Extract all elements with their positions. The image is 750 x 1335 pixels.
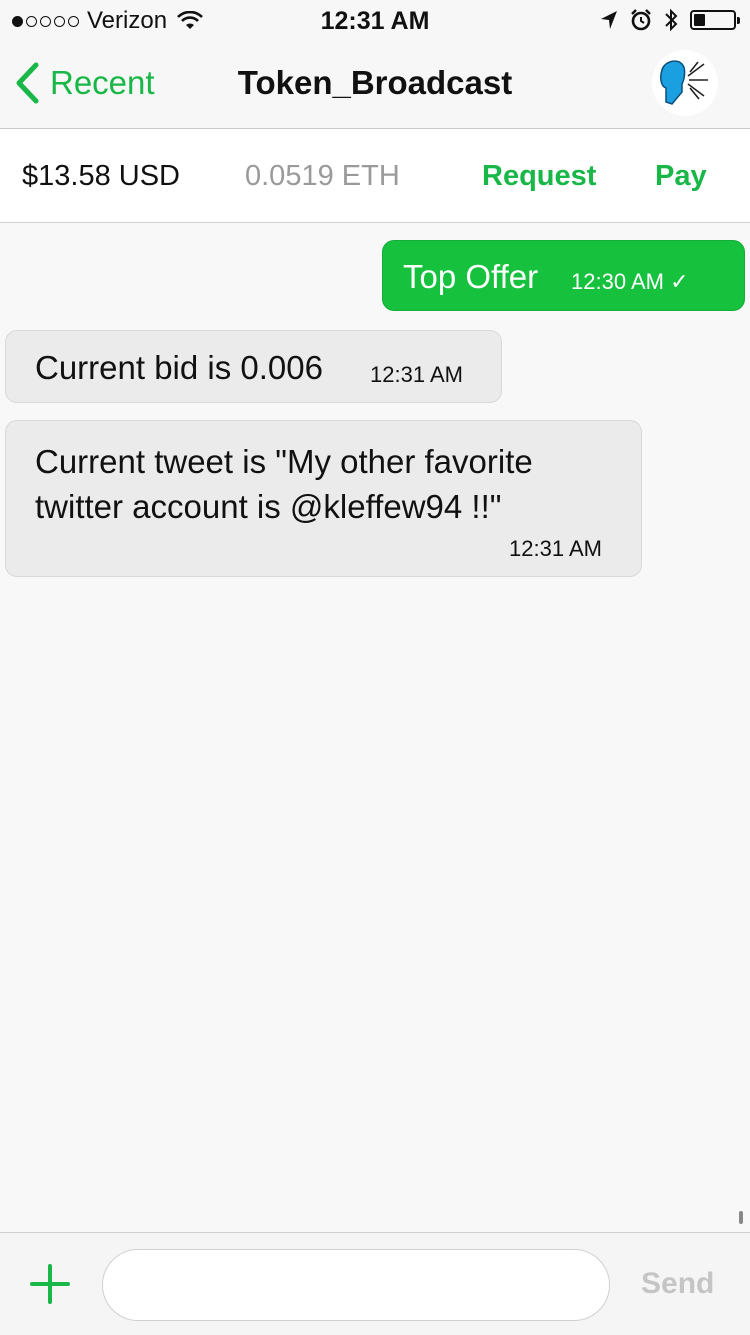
wallet-bar: $13.58 USD 0.0519 ETH Request Pay xyxy=(0,129,750,223)
status-right xyxy=(600,8,740,32)
eth-balance: 0.0519 ETH xyxy=(245,160,400,192)
message-bubble-received[interactable]: Current bid is 0.006 12:31 AM xyxy=(5,330,502,403)
broadcaster-avatar-icon xyxy=(660,60,708,105)
message-timestamp: 12:31 AM xyxy=(370,362,463,387)
message-input[interactable] xyxy=(102,1249,610,1321)
bluetooth-icon xyxy=(665,8,678,32)
status-bar: Verizon 12:31 AM xyxy=(0,0,750,40)
message-text: Top Offer xyxy=(403,258,539,295)
location-arrow-icon xyxy=(601,11,617,29)
add-attachment-button[interactable] xyxy=(30,1264,70,1304)
request-button[interactable]: Request xyxy=(482,160,596,193)
contact-avatar[interactable] xyxy=(652,50,718,116)
battery-icon xyxy=(690,10,740,30)
send-button[interactable]: Send xyxy=(641,1267,714,1301)
message-timestamp: 12:31 AM xyxy=(509,536,602,561)
battery-fill xyxy=(694,14,705,26)
alarm-clock-icon xyxy=(631,9,651,31)
usd-balance: $13.58 USD xyxy=(22,160,180,192)
back-button[interactable]: Recent xyxy=(14,62,155,104)
message-text: Current tweet is "My other favorite twit… xyxy=(35,443,533,525)
back-button-label: Recent xyxy=(50,64,155,101)
pay-button[interactable]: Pay xyxy=(655,160,707,193)
chevron-left-icon xyxy=(16,62,39,104)
message-text: Current bid is 0.006 xyxy=(35,349,323,386)
message-bubble-sent[interactable]: Top Offer 12:30 AM ✓ xyxy=(382,240,745,311)
message-composer: Send xyxy=(0,1232,750,1335)
message-timestamp: 12:30 AM ✓ xyxy=(571,269,689,294)
scrollbar[interactable] xyxy=(739,1211,743,1224)
navigation-bar: Recent Token_Broadcast xyxy=(0,40,750,129)
message-bubble-received[interactable]: Current tweet is "My other favorite twit… xyxy=(5,420,642,577)
